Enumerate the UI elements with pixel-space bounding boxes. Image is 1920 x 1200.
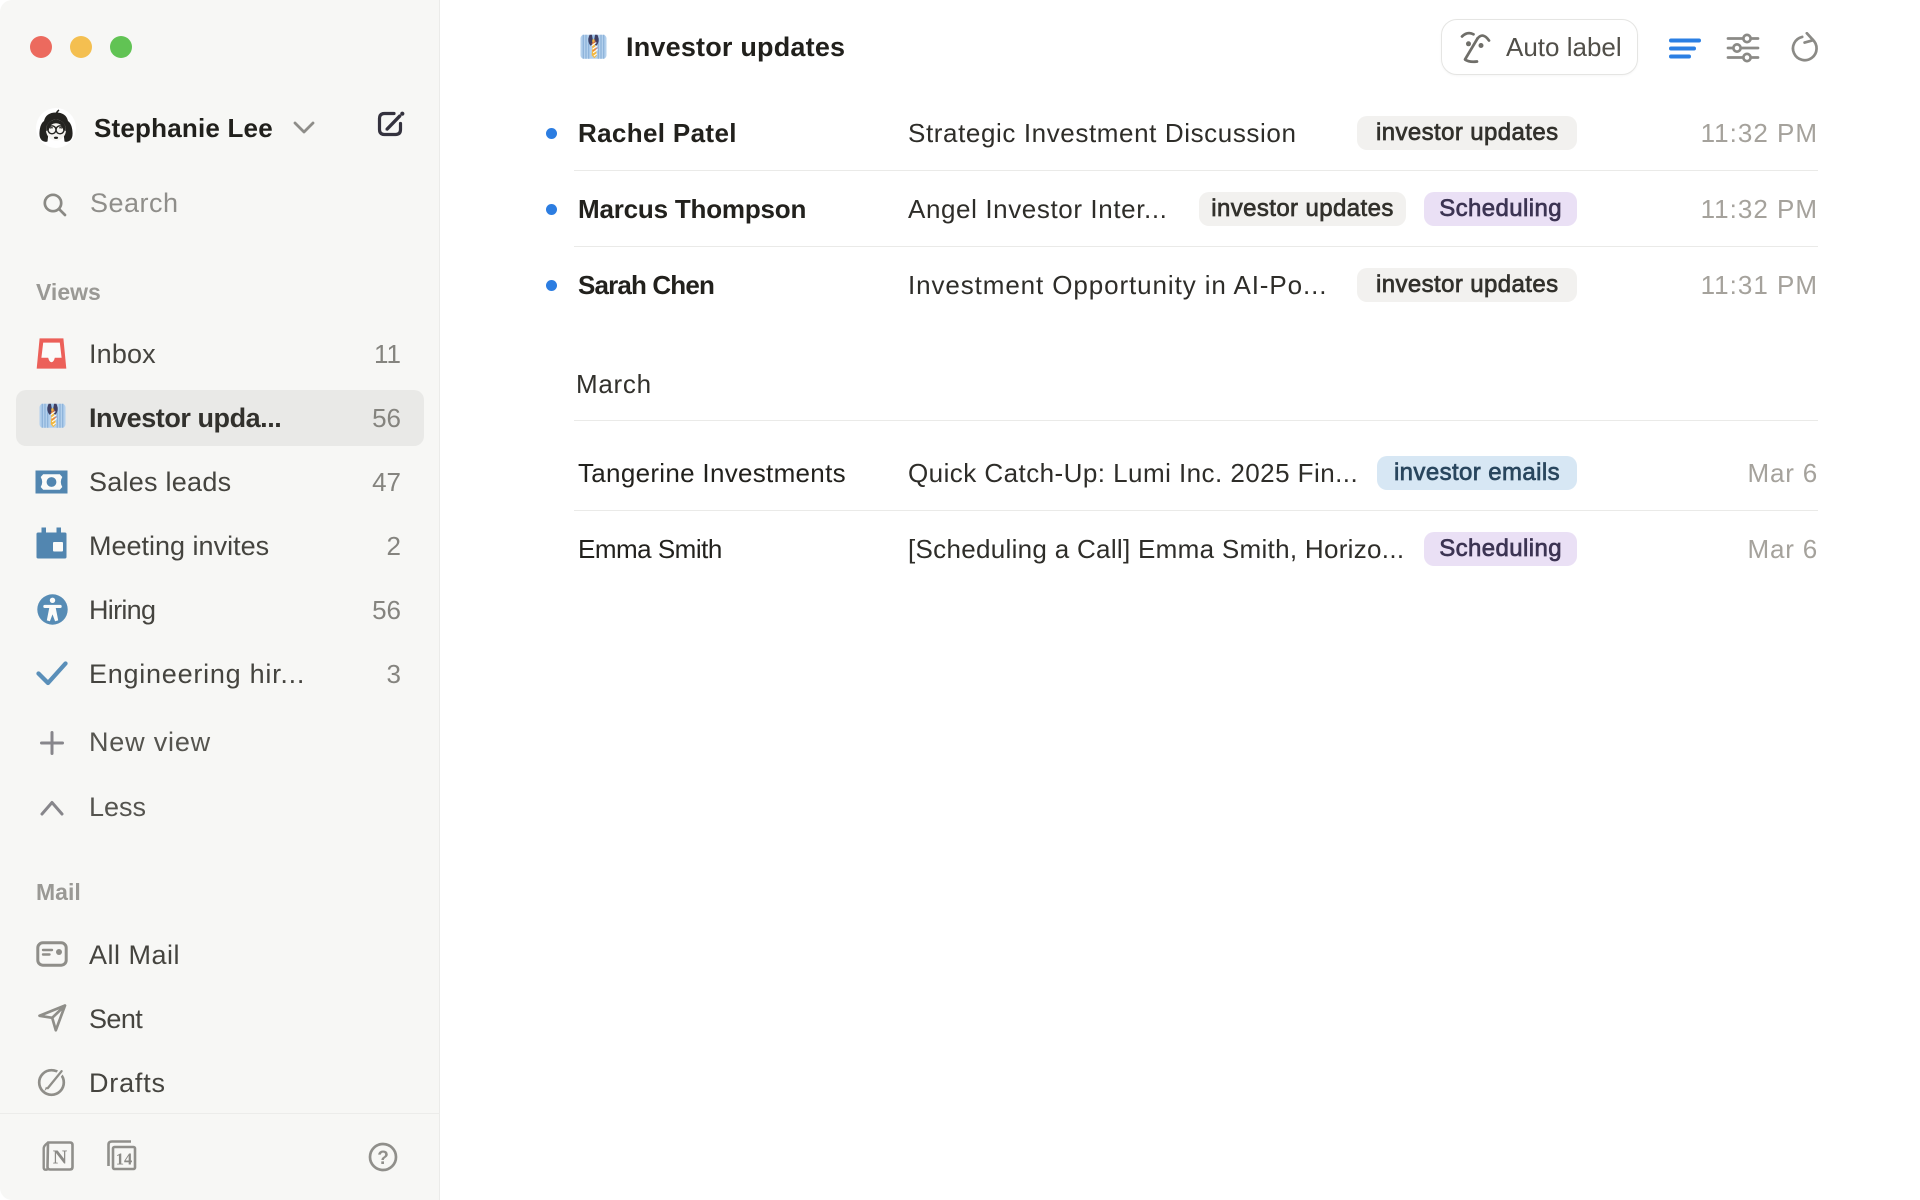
svg-text:?: ? xyxy=(377,1148,389,1169)
svg-text:14: 14 xyxy=(116,1150,133,1169)
svg-text:N: N xyxy=(53,1147,68,1169)
